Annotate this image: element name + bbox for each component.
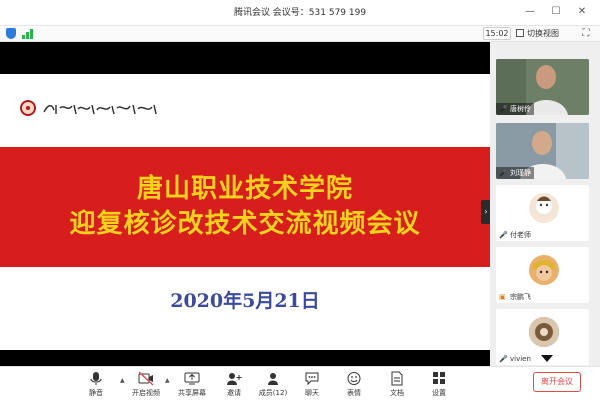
emoji-label: 表情 (347, 389, 361, 397)
members-icon (268, 373, 278, 385)
signal-strength-icon[interactable] (22, 29, 34, 39)
participant-name: 宗鹏飞 (510, 293, 531, 301)
meeting-window: 腾讯会议 会议号：531 579 199 — ☐ ✕ 15:02 切换视图 ⛶ … (0, 0, 600, 401)
members-button[interactable]: 成员(12) (253, 371, 293, 399)
share-screen-label: 共享屏幕 (178, 389, 206, 397)
chat-icon (305, 372, 319, 386)
participant-name: 付老师 (510, 231, 531, 239)
window-title: 腾讯会议 会议号：531 579 199 (233, 8, 367, 18)
switch-view-button[interactable]: 切换视图 (516, 27, 574, 40)
video-options-chevron-icon[interactable]: ▲ (165, 377, 170, 384)
invite-label: 邀请 (227, 389, 241, 397)
settings-grid-icon (433, 372, 445, 384)
participant-tile[interactable]: 🎤 刘瑾静 (496, 123, 589, 179)
school-name-calligraphy (43, 104, 157, 115)
slide-title-line2: 迎复核诊改技术交流视频会议 (69, 209, 421, 239)
start-video-button[interactable]: 开启视频 (126, 371, 166, 399)
participant-avatar (529, 193, 559, 223)
switch-view-label: 切换视图 (527, 29, 559, 38)
mute-label: 静音 (89, 389, 103, 397)
settings-button[interactable]: 设置 (419, 371, 459, 399)
invite-button[interactable]: 邀请 (214, 371, 254, 399)
camera-off-icon (138, 371, 154, 386)
screen-bottom-letterbox (0, 350, 490, 366)
microphone-icon (90, 372, 102, 385)
participant-name: 刘瑾静 (496, 167, 534, 179)
participant-avatar (529, 317, 559, 347)
audio-options-chevron-icon[interactable]: ▲ (120, 377, 125, 384)
shared-screen: 唐山职业技术学院 迎复核诊改技术交流视频会议 2020年5月21日 › (0, 42, 491, 354)
mute-button[interactable]: 静音 (76, 371, 116, 399)
slide-date: 2020年5月21日 (170, 290, 320, 312)
participant-name: vivien (510, 355, 531, 363)
title-bar: 腾讯会议 会议号：531 579 199 — ☐ ✕ (0, 0, 600, 26)
participant-tile[interactable]: 🎤 付老师 (496, 185, 589, 241)
participants-panel[interactable]: 🎤 唐树伶 🎤 刘瑾静 🎤 付老师 ▣ 宗鹏飞 🎤 vivien (490, 42, 600, 366)
fullscreen-icon[interactable]: ⛶ (580, 28, 592, 40)
participant-tile[interactable]: ▣ 宗鹏飞 (496, 247, 589, 303)
participant-name: 唐树伶 (496, 103, 534, 115)
start-video-label: 开启视频 (132, 389, 160, 397)
settings-label: 设置 (432, 389, 446, 397)
bottom-toolbar: 静音 ▲ 开启视频 ▲ 共享屏幕 邀请 成员(12) 聊天 表情 文档 设置 离… (0, 366, 600, 401)
minimize-icon[interactable]: — (522, 4, 538, 20)
status-bar: 15:02 切换视图 ⛶ (0, 26, 600, 42)
shield-icon[interactable] (6, 28, 16, 39)
meeting-clock: 15:02 (483, 27, 511, 40)
participant-avatar (529, 255, 559, 285)
members-label: 成员(12) (258, 389, 288, 397)
presentation-slide: 唐山职业技术学院 迎复核诊改技术交流视频会议 2020年5月21日 (0, 74, 490, 352)
grid-icon (516, 29, 524, 37)
share-screen-icon (184, 372, 200, 385)
document-icon (391, 371, 403, 386)
docs-label: 文档 (390, 389, 404, 397)
leave-meeting-button[interactable]: 离开会议 (533, 372, 581, 392)
docs-button[interactable]: 文档 (377, 371, 417, 399)
share-screen-button[interactable]: 共享屏幕 (172, 371, 212, 399)
maximize-icon[interactable]: ☐ (548, 4, 564, 20)
chat-button[interactable]: 聊天 (292, 371, 332, 399)
emoji-button[interactable]: 表情 (334, 371, 374, 399)
scroll-down-icon[interactable] (541, 355, 553, 362)
school-seal-icon (20, 100, 36, 116)
close-icon[interactable]: ✕ (574, 4, 590, 20)
add-user-icon (227, 373, 242, 385)
emoji-icon (347, 372, 361, 385)
slide-title-line1: 唐山职业技术学院 (136, 174, 353, 204)
participant-tile[interactable]: 🎤 唐树伶 (496, 59, 589, 115)
chat-label: 聊天 (305, 389, 319, 397)
